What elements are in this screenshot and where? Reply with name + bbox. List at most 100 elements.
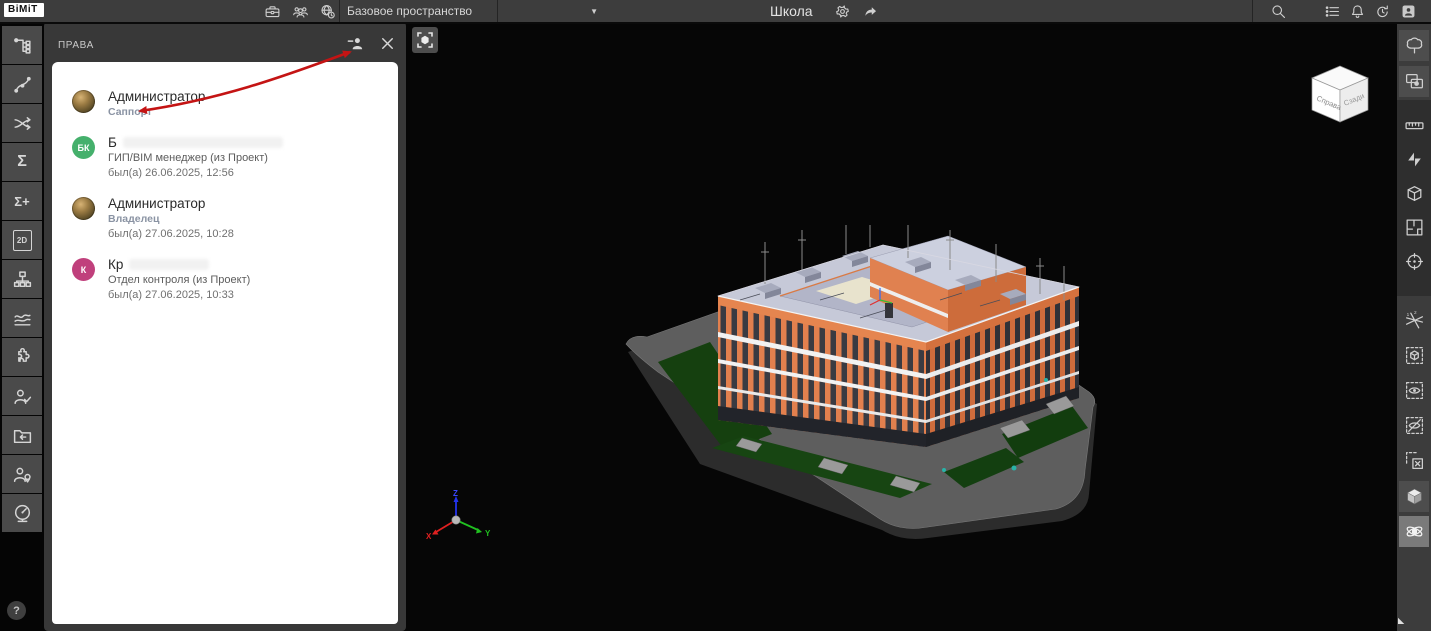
focus-view-button[interactable]: [412, 27, 438, 53]
toolbar-button-sigma-plus[interactable]: Σ+: [2, 182, 42, 220]
globe-sync-icon-button[interactable]: [317, 2, 337, 20]
target-icon: [1404, 251, 1425, 272]
focus-frame-icon: [413, 28, 437, 52]
gear-icon: [834, 3, 851, 20]
floor-plan-icon: [1404, 217, 1425, 238]
toolbar-button-dashboard[interactable]: [2, 494, 42, 532]
user-role: Отдел контроля (из Проект): [108, 273, 250, 288]
account-badge-icon: [1400, 3, 1417, 20]
toolbar-button-sigma[interactable]: Σ: [2, 143, 42, 181]
toolbar-button-ruler[interactable]: [1399, 110, 1429, 141]
rights-panel: ПРАВА Администратор Саппорт Б К: [44, 22, 406, 631]
toolbar-button-floor-plan[interactable]: [1399, 212, 1429, 243]
toolbar-button-charts[interactable]: [2, 299, 42, 337]
toolbar-button-solid-cube[interactable]: [1399, 481, 1429, 512]
toolbar-button-model-tree[interactable]: [2, 26, 42, 64]
avatar-initials: К: [81, 265, 87, 275]
user-location-icon: [12, 464, 33, 485]
rights-panel-header: ПРАВА: [44, 22, 406, 62]
toolbar-button-capture-screens[interactable]: [1399, 66, 1429, 97]
remove-user-button[interactable]: [344, 33, 366, 53]
user-row[interactable]: БК Б ГИП/BIM менеджер (из Проект) был(а)…: [52, 125, 398, 186]
list-button[interactable]: [1322, 2, 1342, 20]
left-toolbar: Σ Σ+ 2D: [0, 22, 44, 631]
redacted-text: [123, 137, 283, 148]
axis-triad: Z X Y: [426, 490, 492, 548]
user-name-text: Администратор: [108, 195, 205, 212]
user-name: Администратор: [108, 195, 234, 212]
user-last-seen: был(а) 26.06.2025, 12:56: [108, 166, 283, 181]
history-clock-icon: [1374, 3, 1391, 20]
divider: [339, 0, 340, 22]
share-button[interactable]: [860, 2, 880, 20]
toolbar-button-user-check[interactable]: [2, 377, 42, 415]
section-box-icon: [1404, 183, 1425, 204]
account-button[interactable]: [1398, 2, 1418, 20]
briefcase-icon: [264, 3, 281, 20]
user-name-text: Администратор: [108, 88, 205, 105]
toolbar-button-node-path[interactable]: [2, 65, 42, 103]
toolbar-button-folder-share[interactable]: [2, 416, 42, 454]
toolbar-button-orbit-mode[interactable]: [1399, 516, 1429, 547]
toolbar-button-hide-selection[interactable]: [1399, 410, 1429, 441]
search-icon: [1270, 3, 1287, 20]
history-button[interactable]: [1372, 2, 1392, 20]
notifications-button[interactable]: [1347, 2, 1367, 20]
axis-x-label: X: [426, 532, 432, 541]
ruler-icon: [1404, 115, 1425, 136]
close-panel-button[interactable]: [376, 33, 398, 53]
sheet-2d-icon: 2D: [13, 230, 32, 251]
toolbar-button-plugins[interactable]: [2, 338, 42, 376]
toolbar-button-shuffle[interactable]: [2, 104, 42, 142]
user-name: Администратор: [108, 88, 205, 105]
sheet-2d-label: 2D: [17, 236, 27, 245]
axis-z-label: Z: [453, 490, 458, 498]
node-path-icon: [12, 74, 33, 95]
puzzle-icon: [12, 347, 33, 368]
tree-icon: [1404, 35, 1425, 56]
school-3d-model[interactable]: [585, 225, 1115, 545]
toolbar-button-section-box[interactable]: [1399, 178, 1429, 209]
toolbar-button-user-location[interactable]: [2, 455, 42, 493]
search-button[interactable]: [1268, 2, 1288, 20]
toolbar-button-org-chart[interactable]: [2, 260, 42, 298]
charts-icon: [12, 308, 33, 329]
user-avatar: [72, 90, 95, 113]
workspace-selector[interactable]: Базовое пространство ▼: [347, 0, 598, 22]
toolbar-button-isolate-selection[interactable]: [1399, 340, 1429, 371]
right-toolbar: 1 2: [1397, 22, 1431, 631]
team-icon-button[interactable]: [290, 2, 310, 20]
model-tree-icon: [12, 35, 33, 56]
project-title: Школа: [770, 0, 813, 22]
remove-user-icon: [346, 34, 365, 53]
orbit-icon: [1404, 521, 1425, 542]
user-row[interactable]: К Кр Отдел контроля (из Проект) был(а) 2…: [52, 247, 398, 308]
user-name: Б: [108, 134, 283, 151]
toolbar-button-axes-grid[interactable]: 1 2: [1399, 305, 1429, 336]
bell-icon: [1349, 3, 1366, 20]
team-icon: [292, 3, 309, 20]
user-role: ГИП/BIM менеджер (из Проект): [108, 151, 283, 166]
help-button[interactable]: ?: [7, 601, 26, 620]
user-row[interactable]: Администратор Саппорт: [52, 62, 398, 125]
svg-text:2: 2: [1413, 310, 1416, 316]
briefcase-icon-button[interactable]: [262, 2, 282, 20]
toolbar-button-show-selection[interactable]: [1399, 375, 1429, 406]
toolbar-button-2d-sheet[interactable]: 2D: [2, 221, 42, 259]
toolbar-button-focus-target[interactable]: [1399, 246, 1429, 277]
user-last-seen: был(а) 27.06.2025, 10:28: [108, 227, 234, 242]
user-row[interactable]: Администратор Владелец был(а) 27.06.2025…: [52, 186, 398, 247]
globe-sync-icon: [319, 3, 336, 20]
toolbar-button-clear-selection[interactable]: [1399, 445, 1429, 476]
eye-icon: [1404, 380, 1425, 401]
clear-selection-icon: [1404, 450, 1425, 471]
screens-icon: [1404, 71, 1425, 92]
view-cube[interactable]: Справа Сзади: [1303, 56, 1377, 128]
app-logo[interactable]: BiMiT: [4, 3, 44, 17]
user-avatar: [72, 197, 95, 220]
user-name-text: Б: [108, 134, 117, 151]
toolbar-button-scene-tree[interactable]: [1399, 30, 1429, 61]
settings-button[interactable]: [832, 2, 852, 20]
toolbar-button-flip[interactable]: [1399, 144, 1429, 175]
workspace-label: Базовое пространство: [347, 4, 472, 18]
